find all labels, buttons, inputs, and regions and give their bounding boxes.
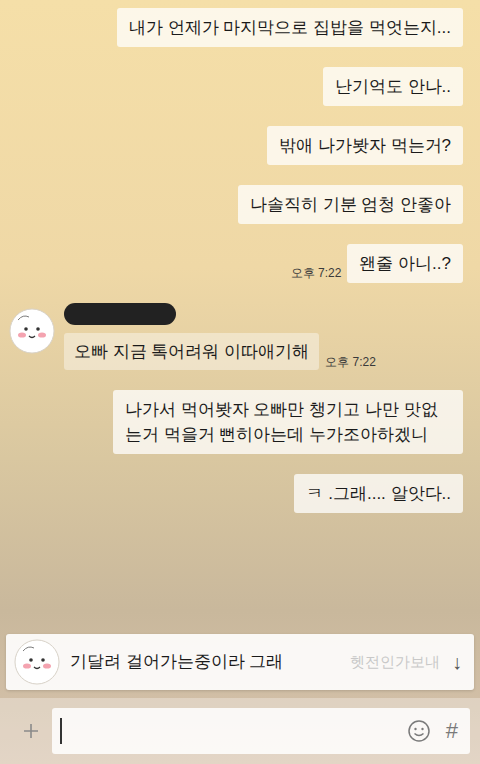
preview-text: 기달려 걸어가는중이라 그래 bbox=[70, 649, 283, 675]
message-bubble[interactable]: 나솔직히 기분 엄청 안좋아 bbox=[238, 185, 463, 224]
message-row: 나가서 먹어봣자 오빠만 챙기고 나만 맛없는거 먹을거 뻔히아는데 누가조아하… bbox=[8, 390, 463, 454]
composer-bar: # bbox=[0, 698, 480, 764]
message-bubble[interactable]: 밖애 나가봣자 먹는거? bbox=[267, 126, 463, 165]
message-bubble[interactable]: 내가 언제가 마지막으로 집밥을 먹엇는지... bbox=[117, 8, 463, 47]
text-caret bbox=[60, 718, 62, 744]
message-row: 밖애 나가봣자 먹는거? bbox=[8, 126, 463, 165]
emoticon-icon[interactable] bbox=[406, 718, 432, 744]
message-row: ㅋ .그래.... 알앗다.. bbox=[8, 474, 463, 513]
message-list: 내가 언제가 마지막으로 집밥을 먹엇는지... 난기억도 안나.. 밖애 나가봣자… bbox=[0, 0, 480, 634]
message-row: 오빠 지금 톡어려워 이따애기해오후 7:22 bbox=[8, 303, 463, 370]
message-input[interactable]: # bbox=[52, 708, 470, 754]
bubble-row: 오빠 지금 톡어려워 이따애기해오후 7:22 bbox=[64, 333, 376, 370]
message-row: 오후 7:22 왠줄 아니..? bbox=[8, 244, 463, 283]
avatar-icon bbox=[14, 639, 60, 685]
message-row: 나솔직히 기분 엄청 안좋아 bbox=[8, 185, 463, 224]
scroll-down-icon[interactable]: ↓ bbox=[450, 647, 466, 677]
redacted-name bbox=[64, 303, 176, 325]
message-time: 오후 7:22 bbox=[291, 267, 342, 283]
message-content: 오빠 지금 톡어려워 이따애기해오후 7:22 bbox=[64, 303, 376, 370]
message-bubble[interactable]: 왠줄 아니..? bbox=[347, 244, 463, 283]
message-bubble[interactable]: 오빠 지금 톡어려워 이따애기해 bbox=[64, 333, 319, 370]
message-bubble[interactable]: 나가서 먹어봣자 오빠만 챙기고 나만 맛없는거 먹을거 뻔히아는데 누가조아하… bbox=[113, 390, 463, 454]
new-message-preview[interactable]: 기달려 걸어가는중이라 그래 헷전인가보내 ↓ bbox=[6, 634, 474, 690]
message-bubble[interactable]: ㅋ .그래.... 알앗다.. bbox=[294, 474, 463, 513]
hashtag-search-button[interactable]: # bbox=[446, 720, 458, 742]
message-row: 난기억도 안나.. bbox=[8, 67, 463, 106]
message-bubble[interactable]: 난기억도 안나.. bbox=[323, 67, 463, 106]
preview-trailing-text: 헷전인가보내 bbox=[293, 651, 440, 674]
avatar-icon[interactable] bbox=[8, 307, 56, 355]
message-time: 오후 7:22 bbox=[325, 356, 376, 370]
plus-icon[interactable] bbox=[20, 720, 42, 742]
chat-screen: 내가 언제가 마지막으로 집밥을 먹엇는지... 난기억도 안나.. 밖애 나가봣자… bbox=[0, 0, 480, 764]
message-row: 내가 언제가 마지막으로 집밥을 먹엇는지... bbox=[8, 8, 463, 47]
